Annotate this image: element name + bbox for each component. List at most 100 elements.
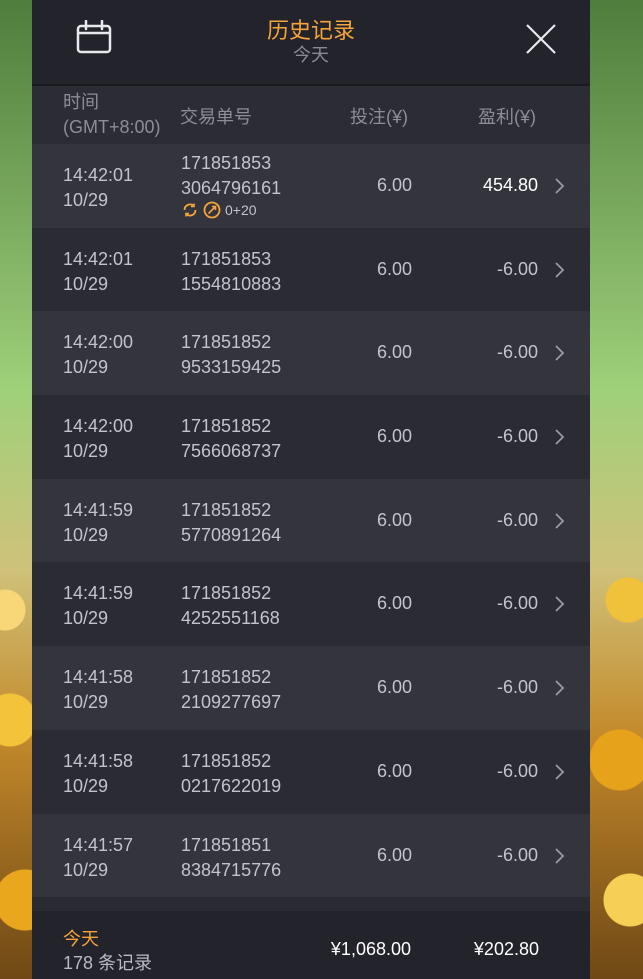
row-profit: -6.00 xyxy=(496,760,538,781)
row-time-cell: 14:41:58 10/29 xyxy=(63,665,133,715)
row-id-part1: 171851852 xyxy=(181,499,272,520)
column-id: 交易单号 xyxy=(180,107,252,127)
history-row[interactable]: 14:41:57 10/29 171851851 8384715776 6.00… xyxy=(32,813,590,898)
row-id-cell: 171851852 9533159425 xyxy=(181,330,281,380)
row-id-part2: 3064796161 xyxy=(181,178,282,198)
row-id-cell: 171851851 8384715776 xyxy=(181,833,281,883)
row-id-cell: 171851852 0217622019 xyxy=(181,749,281,799)
row-time: 14:42:00 xyxy=(63,332,134,353)
row-id-part1: 171851852 xyxy=(181,416,272,437)
row-time: 14:41:59 xyxy=(63,583,134,604)
row-id-cell: 171851852 2109277697 xyxy=(181,665,281,715)
header-title-block: 历史记录 今天 xyxy=(32,18,590,66)
history-row[interactable]: 14:41:58 10/29 171851852 2109277697 6.00… xyxy=(32,646,590,730)
row-id-part1: 171851852 xyxy=(181,750,272,771)
row-badge-text: 0+20 xyxy=(225,202,257,218)
column-time-zone: (GMT+8:00) xyxy=(63,117,161,137)
history-row[interactable]: 14:42:01 10/29 171851853 1554810883 6.00… xyxy=(32,227,590,312)
chevron-right-icon xyxy=(555,596,565,613)
close-button[interactable] xyxy=(524,22,558,56)
column-time-label: 时间 xyxy=(63,92,99,112)
row-time-cell: 14:41:59 10/29 xyxy=(63,581,133,631)
row-id-cell: 171851852 4252551168 xyxy=(181,581,280,631)
refresh-icon xyxy=(183,203,197,217)
history-row[interactable]: 14:42:00 10/29 171851852 9533159425 6.00… xyxy=(32,311,590,396)
game-background-right xyxy=(590,0,643,979)
row-time-cell: 14:42:00 10/29 xyxy=(63,330,133,380)
summary-total-profit: ¥202.80 xyxy=(473,939,539,959)
row-badges: 0+20 xyxy=(181,201,257,219)
row-id-cell: 171851852 7566068737 xyxy=(181,414,281,464)
row-bet: 6.00 xyxy=(376,593,412,614)
history-row[interactable]: 14:42:00 10/29 171851852 7566068737 6.00… xyxy=(32,395,590,479)
chevron-right-icon xyxy=(555,847,565,864)
summary-record-count: 178 条记录 xyxy=(63,953,153,973)
row-id-cell: 171851853 1554810883 xyxy=(181,247,281,297)
row-id-part2: 4252551168 xyxy=(181,608,280,629)
row-time: 14:41:58 xyxy=(63,667,134,688)
summary-total-bet: ¥1,068.00 xyxy=(330,939,411,959)
row-id-part2: 0217622019 xyxy=(181,775,282,796)
row-id-part2: 2109277697 xyxy=(181,692,282,713)
row-time: 14:41:58 xyxy=(63,750,134,771)
row-bet: 6.00 xyxy=(376,677,412,698)
row-id-part2: 7566068737 xyxy=(181,441,282,462)
row-date: 10/29 xyxy=(63,273,109,294)
row-bet: 6.00 xyxy=(376,258,412,279)
row-bet: 6.00 xyxy=(376,509,412,530)
row-date: 10/29 xyxy=(63,608,109,629)
row-profit: -6.00 xyxy=(496,258,538,279)
history-row[interactable]: 14:42:01 10/29 171851853 3064796161 0+20… xyxy=(32,144,590,228)
row-time: 14:42:01 xyxy=(63,248,134,269)
page-subtitle: 今天 xyxy=(293,45,329,65)
row-profit: -6.00 xyxy=(496,342,538,363)
row-date: 10/29 xyxy=(63,859,109,880)
row-id-part1: 171851852 xyxy=(181,583,272,604)
chevron-right-icon xyxy=(555,178,565,194)
row-time-cell: 14:41:59 10/29 xyxy=(63,498,133,548)
column-bet: 投注(¥) xyxy=(350,107,408,127)
row-profit: -6.00 xyxy=(496,593,538,614)
bonus-icon xyxy=(203,201,221,219)
chevron-right-icon xyxy=(555,764,565,780)
row-bet: 6.00 xyxy=(376,760,412,781)
summary-footer: 今天 178 条记录 ¥1,068.00 ¥202.80 xyxy=(32,911,590,979)
history-header: 历史记录 今天 xyxy=(32,0,590,86)
row-profit: -6.00 xyxy=(496,844,538,865)
row-profit: 454.80 xyxy=(482,175,538,195)
row-id-part2: 1554810883 xyxy=(181,273,282,294)
history-list: 14:42:01 10/29 171851853 3064796161 0+20… xyxy=(32,144,590,898)
close-icon xyxy=(526,24,556,54)
chevron-right-icon xyxy=(555,429,565,445)
row-date: 10/29 xyxy=(63,190,109,210)
chevron-right-icon xyxy=(555,680,565,696)
row-date: 10/29 xyxy=(63,692,109,713)
row-bet: 6.00 xyxy=(376,342,412,363)
row-id-part2: 9533159425 xyxy=(181,357,282,378)
row-profit: -6.00 xyxy=(496,426,538,447)
row-time: 14:41:57 xyxy=(63,834,134,855)
history-row[interactable]: 14:41:59 10/29 171851852 5770891264 6.00… xyxy=(32,478,590,563)
row-time: 14:42:00 xyxy=(63,416,134,437)
row-time: 14:42:01 xyxy=(63,165,134,185)
row-date: 10/29 xyxy=(63,775,109,796)
history-row[interactable]: 14:41:58 10/29 171851852 0217622019 6.00… xyxy=(32,729,590,814)
row-time-cell: 14:42:01 10/29 xyxy=(63,247,133,297)
row-id-part1: 171851852 xyxy=(181,667,272,688)
row-id-cell: 171851853 3064796161 xyxy=(181,151,281,201)
history-row[interactable]: 14:41:59 10/29 171851852 4252551168 6.00… xyxy=(32,562,590,647)
row-time-cell: 14:42:00 10/29 xyxy=(63,414,133,464)
row-id-part1: 171851852 xyxy=(181,332,272,353)
row-date: 10/29 xyxy=(63,524,109,545)
row-bet: 6.00 xyxy=(376,844,412,865)
row-bet: 6.00 xyxy=(376,426,412,447)
row-id-part1: 171851853 xyxy=(181,248,272,269)
row-profit: -6.00 xyxy=(496,509,538,530)
row-time-cell: 14:41:57 10/29 xyxy=(63,833,133,883)
row-time: 14:41:59 xyxy=(63,499,134,520)
summary-period: 今天 xyxy=(63,929,99,949)
column-headers: 时间 (GMT+8:00) 交易单号 投注(¥) 盈利(¥) xyxy=(32,86,590,144)
row-date: 10/29 xyxy=(63,357,109,378)
row-id-part1: 171851851 xyxy=(181,834,272,855)
row-id-part2: 8384715776 xyxy=(181,859,282,880)
